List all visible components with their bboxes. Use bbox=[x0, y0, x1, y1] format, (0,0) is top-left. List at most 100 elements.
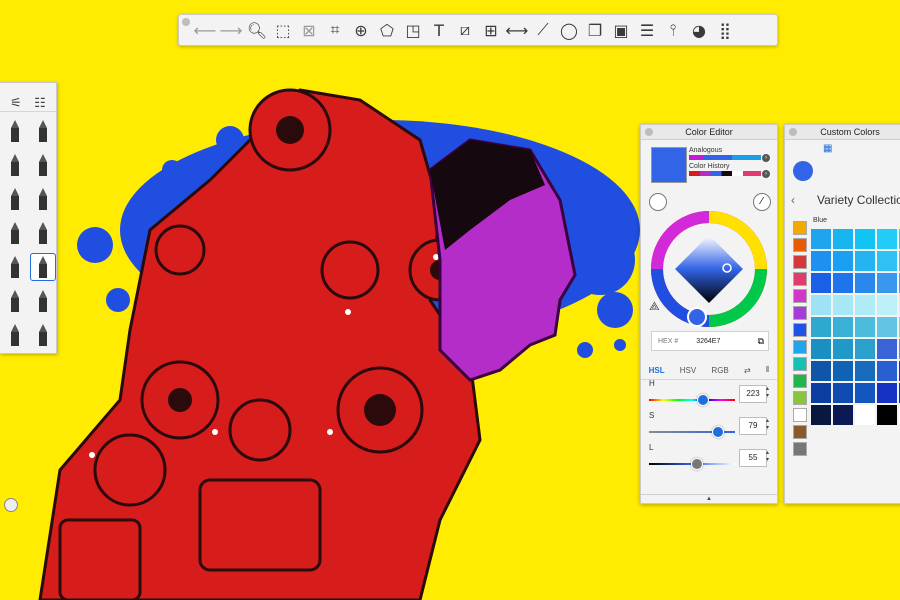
color-swatch[interactable] bbox=[855, 317, 875, 337]
toolbar-grip-icon[interactable] bbox=[182, 18, 190, 26]
clear-selection-icon[interactable]: ⊠ bbox=[297, 18, 321, 42]
color-history-bar[interactable] bbox=[689, 171, 761, 176]
color-swatch[interactable] bbox=[877, 383, 897, 403]
layers-icon[interactable]: ☰ bbox=[635, 18, 659, 42]
color-swatch[interactable] bbox=[833, 295, 853, 315]
fill-icon[interactable]: ◳ bbox=[401, 18, 425, 42]
hex-field[interactable]: HEX # 3264E7 ⧉ bbox=[651, 331, 769, 351]
harmony-bar[interactable] bbox=[689, 155, 761, 160]
lightness-stepper-icon[interactable]: ▴ ▾ bbox=[766, 450, 769, 464]
perspective-grid-icon[interactable]: ⊞ bbox=[479, 18, 503, 42]
group-chip[interactable] bbox=[793, 289, 807, 303]
image-import-icon[interactable]: ▣ bbox=[609, 18, 633, 42]
select-rect-icon[interactable]: ⬚ bbox=[271, 18, 295, 42]
airbrush-icon[interactable] bbox=[3, 220, 27, 246]
fine-pencil-icon[interactable] bbox=[31, 118, 55, 144]
history-next-icon[interactable]: › bbox=[762, 170, 770, 178]
tab-hsv[interactable]: HSV bbox=[680, 366, 696, 375]
redo-icon[interactable]: ⟶ bbox=[219, 18, 243, 42]
color-swatch[interactable] bbox=[855, 273, 875, 293]
hex-value[interactable]: 3264E7 bbox=[696, 338, 720, 345]
brush-sets-icon[interactable]: ☷ bbox=[34, 95, 46, 111]
calligraphy-icon[interactable] bbox=[3, 254, 27, 280]
hue-track[interactable] bbox=[649, 399, 735, 401]
color-swatch[interactable] bbox=[877, 273, 897, 293]
group-chip[interactable] bbox=[793, 357, 807, 371]
color-swatch[interactable] bbox=[855, 295, 875, 315]
color-swatch[interactable] bbox=[855, 229, 875, 249]
color-swatch[interactable] bbox=[833, 273, 853, 293]
color-swatch[interactable] bbox=[833, 317, 853, 337]
lightness-value-field[interactable]: 55 bbox=[739, 449, 767, 467]
color-swatch[interactable] bbox=[811, 273, 831, 293]
text-icon[interactable]: T bbox=[427, 18, 451, 42]
current-color-swatch[interactable] bbox=[651, 147, 687, 183]
color-swatch[interactable] bbox=[811, 405, 831, 425]
group-chip[interactable] bbox=[793, 306, 807, 320]
canvas-rotate-icon[interactable] bbox=[4, 498, 18, 512]
shape-toggle-icon[interactable]: ⟁ bbox=[649, 299, 660, 314]
ink-brush-icon[interactable] bbox=[30, 253, 56, 281]
group-chip[interactable] bbox=[793, 374, 807, 388]
color-swatch[interactable] bbox=[855, 361, 875, 381]
group-chip[interactable] bbox=[793, 391, 807, 405]
zoom-icon[interactable]: 🔍︎ bbox=[245, 18, 269, 42]
paintbrush-icon[interactable] bbox=[31, 220, 55, 246]
copy-icon[interactable]: ⧉ bbox=[758, 336, 764, 347]
panel-close-icon[interactable] bbox=[789, 128, 797, 136]
add-transform-icon[interactable]: ⊕ bbox=[349, 18, 373, 42]
hue-stepper-icon[interactable]: ▴ ▾ bbox=[766, 386, 769, 400]
felt-tip-icon[interactable] bbox=[31, 186, 55, 212]
collapse-handle-icon[interactable]: ▲ bbox=[641, 494, 777, 503]
color-swatch[interactable] bbox=[811, 295, 831, 315]
hue-slider[interactable]: H 223 ▴ ▾ bbox=[647, 379, 771, 415]
crop-icon[interactable]: ⌗ bbox=[323, 18, 347, 42]
color-swatch[interactable] bbox=[833, 229, 853, 249]
group-chip[interactable] bbox=[793, 408, 807, 422]
color-swatch[interactable] bbox=[855, 383, 875, 403]
color-swatch[interactable] bbox=[833, 383, 853, 403]
lightness-knob[interactable] bbox=[691, 458, 704, 470]
group-chip[interactable] bbox=[793, 323, 807, 337]
pen-icon[interactable] bbox=[3, 152, 27, 178]
color-wheel-icon[interactable]: ◕ bbox=[687, 18, 711, 42]
color-swatch[interactable] bbox=[833, 339, 853, 359]
color-library-icon[interactable]: ⣿ bbox=[713, 18, 737, 42]
brush-settings-icon[interactable]: ⚟ bbox=[10, 95, 22, 111]
color-swatch[interactable] bbox=[877, 251, 897, 271]
group-chip[interactable] bbox=[793, 221, 807, 235]
lightness-slider[interactable]: L 55 ▴ ▾ bbox=[647, 443, 771, 479]
color-swatch[interactable] bbox=[877, 229, 897, 249]
shuffle-icon[interactable]: ⇄ bbox=[744, 366, 751, 375]
color-swatch[interactable] bbox=[855, 339, 875, 359]
hue-value-field[interactable]: 223 bbox=[739, 385, 767, 403]
stroke-tool-icon[interactable]: ⟋ bbox=[531, 18, 555, 42]
group-chip[interactable] bbox=[793, 238, 807, 252]
color-swatch[interactable] bbox=[811, 251, 831, 271]
undo-icon[interactable]: ⟵ bbox=[193, 18, 217, 42]
hue-knob[interactable] bbox=[697, 394, 710, 406]
grid-view-icon[interactable]: ▦ bbox=[823, 143, 832, 154]
color-swatch[interactable] bbox=[811, 361, 831, 381]
color-swatch[interactable] bbox=[811, 339, 831, 359]
symmetry-icon[interactable]: ⟷ bbox=[505, 18, 529, 42]
ballpoint-icon[interactable] bbox=[31, 152, 55, 178]
pencil-icon[interactable] bbox=[3, 118, 27, 144]
color-wheel[interactable] bbox=[649, 209, 769, 329]
custom-current-swatch[interactable] bbox=[793, 161, 813, 181]
color-swatch[interactable] bbox=[833, 361, 853, 381]
harmony-next-icon[interactable]: › bbox=[762, 154, 770, 162]
saturation-knob[interactable] bbox=[711, 426, 724, 438]
distort-icon[interactable]: ⬠ bbox=[375, 18, 399, 42]
color-swatch[interactable] bbox=[833, 251, 853, 271]
color-swatch[interactable] bbox=[833, 405, 853, 425]
saturation-stepper-icon[interactable]: ▴ ▾ bbox=[766, 418, 769, 432]
saturation-value-field[interactable]: 79 bbox=[739, 417, 767, 435]
color-swatch[interactable] bbox=[855, 405, 875, 425]
color-swatch[interactable] bbox=[877, 339, 897, 359]
group-chip[interactable] bbox=[793, 442, 807, 456]
tab-rgb[interactable]: RGB bbox=[711, 366, 728, 375]
color-swatch[interactable] bbox=[877, 405, 897, 425]
flat-marker-icon[interactable] bbox=[31, 288, 55, 314]
group-chip[interactable] bbox=[793, 340, 807, 354]
